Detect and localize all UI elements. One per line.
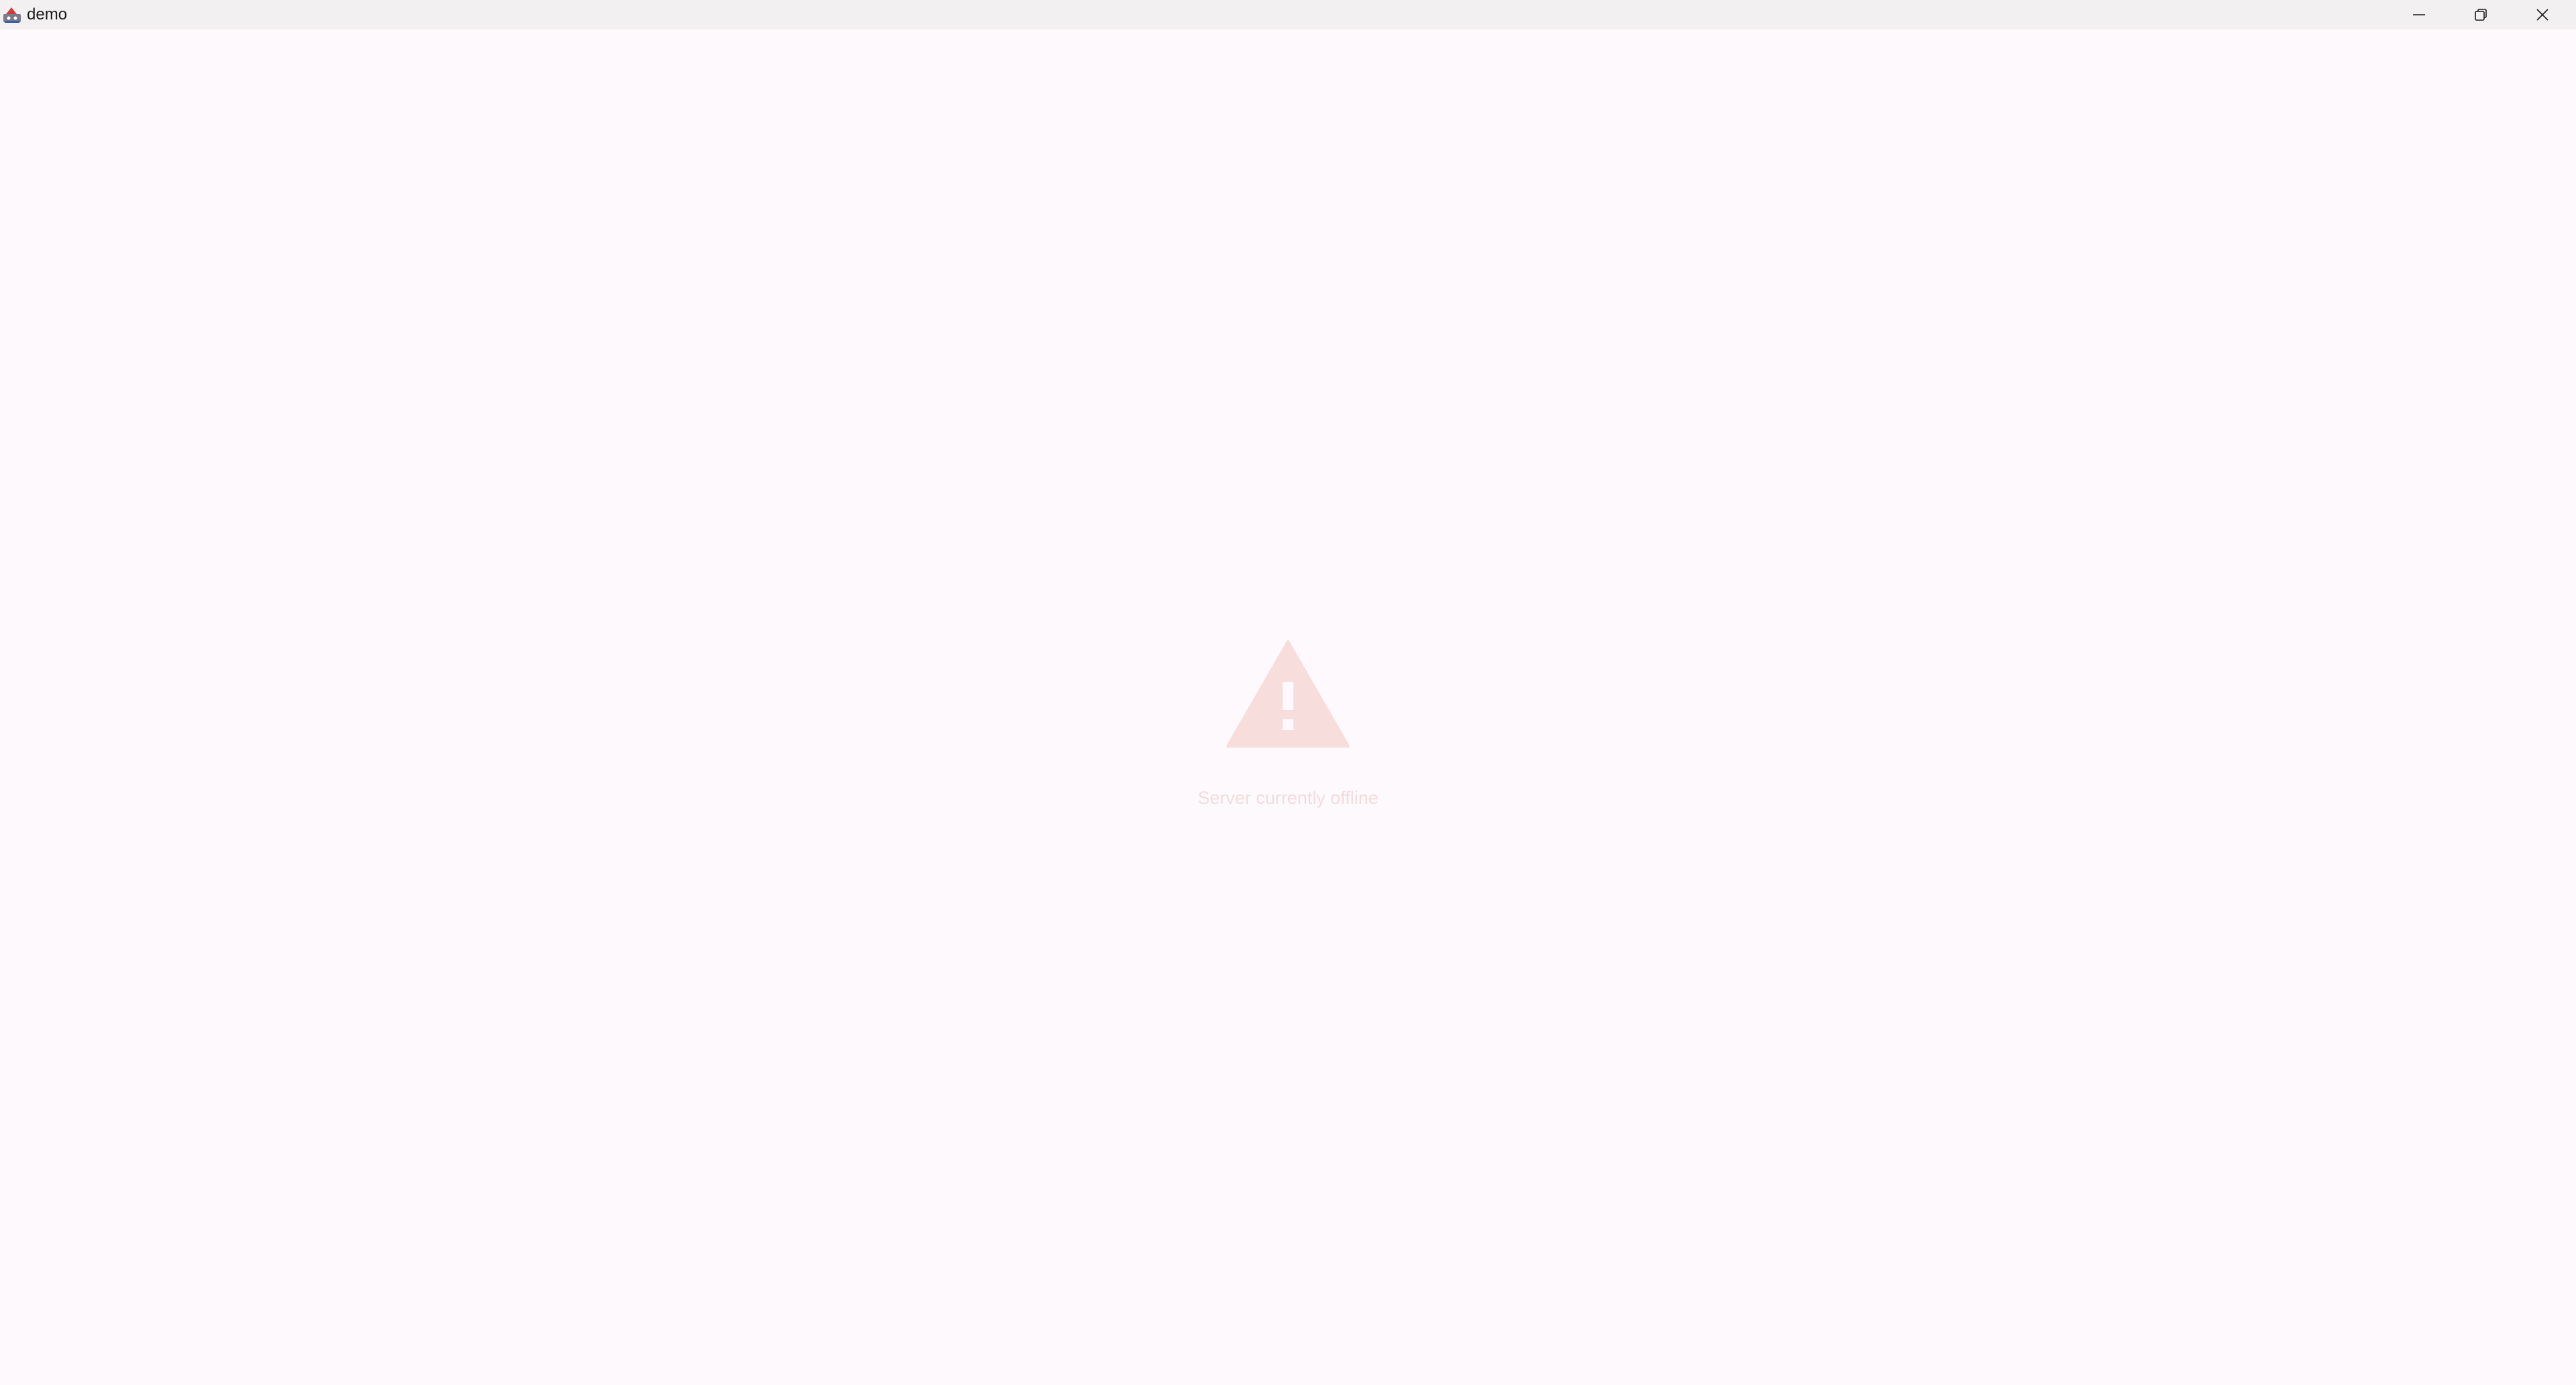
minimize-button[interactable]	[2388, 0, 2450, 30]
offline-status: Server currently offline	[1154, 637, 1422, 825]
minimize-icon	[2413, 14, 2425, 15]
restore-button[interactable]	[2450, 0, 2512, 30]
title-bar[interactable]: demo	[0, 0, 2576, 30]
window-title: demo	[27, 5, 68, 23]
main-content: Server currently offline	[0, 30, 2576, 1385]
restore-icon	[2475, 9, 2487, 21]
close-icon	[2536, 9, 2548, 21]
warning-triangle-icon	[1226, 640, 1350, 748]
app-window: demo Server currently offline	[0, 0, 2576, 1385]
close-button[interactable]	[2512, 0, 2573, 30]
offline-message: Server currently offline	[1197, 788, 1379, 808]
java-duke-icon	[3, 7, 21, 23]
